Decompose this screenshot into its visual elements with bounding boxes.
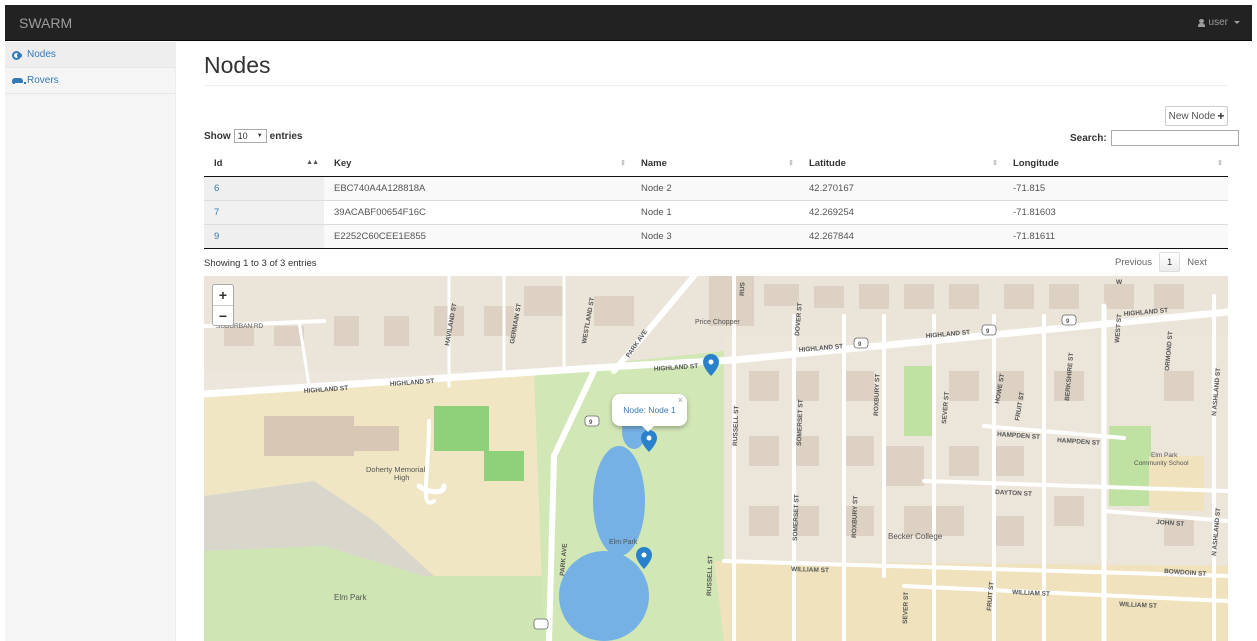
map-label-rus: RUS	[739, 281, 746, 296]
user-name: user	[1208, 17, 1228, 28]
cell-name: Node 3	[631, 223, 799, 249]
map-marker-icon[interactable]	[703, 354, 719, 376]
entries-label: entries	[269, 130, 303, 142]
zoom-in-button[interactable]: +	[213, 285, 233, 305]
previous-page-button[interactable]: Previous	[1108, 252, 1159, 272]
column-header-id[interactable]: Id ▲▲	[204, 151, 324, 177]
cell-id: 7	[204, 199, 324, 224]
node-id-link[interactable]: 6	[214, 183, 219, 194]
pagination: Previous 1 Next	[1108, 252, 1214, 272]
sort-icon: ⇕	[788, 160, 794, 167]
cell-longitude: -71.81611	[1003, 223, 1228, 249]
sidebar-item-label: Nodes	[27, 49, 56, 60]
sidebar-item-nodes[interactable]: Nodes	[5, 42, 175, 68]
table-info: Showing 1 to 3 of 3 entries	[204, 258, 317, 269]
map-marker-icon[interactable]	[636, 547, 652, 569]
map-label-w: W	[1116, 279, 1123, 286]
sidebar-item-label: Rovers	[27, 75, 59, 86]
cell-name: Node 1	[631, 199, 799, 224]
map-label-roxbury-st-2: ROXBURY ST	[851, 496, 859, 539]
table-header-row: Id ▲▲ Key ⇕ Name ⇕ Latitude ⇕ Longitude ⇕	[204, 151, 1228, 177]
cell-longitude: -71.81603	[1003, 199, 1228, 224]
map-label-william-st: WILLIAM ST	[791, 566, 829, 574]
table-row: 6 EBC740A4A128818A Node 2 42.270167 -71.…	[204, 175, 1228, 200]
map-label-elm-park: Elm Park	[334, 593, 367, 602]
show-label: Show	[204, 130, 231, 142]
brand-logo[interactable]: SWARM	[19, 15, 72, 31]
cell-id: 6	[204, 175, 324, 200]
user-icon	[1197, 18, 1205, 27]
popup-close-icon[interactable]: ×	[678, 395, 683, 405]
column-header-key[interactable]: Key ⇕	[324, 151, 631, 177]
cell-name: Node 2	[631, 175, 799, 200]
cell-id: 9	[204, 223, 324, 249]
title-divider	[204, 85, 1228, 86]
page-1-button[interactable]: 1	[1158, 252, 1181, 272]
sort-icon: ⇕	[992, 160, 998, 167]
plus-icon: +	[1217, 109, 1225, 123]
table-row: 7 39ACABF00654F16C Node 1 42.269254 -71.…	[204, 199, 1228, 224]
map-label-doherty-2: High	[394, 473, 409, 482]
map-popup: Node: Node 1 ×	[612, 394, 687, 432]
map-zoom-control: + −	[212, 284, 234, 326]
zoom-out-button[interactable]: −	[213, 305, 233, 325]
cell-key: 39ACABF00654F16C	[324, 199, 631, 224]
cell-key: EBC740A4A128818A	[324, 175, 631, 200]
map-label-russell-st: RUSSELL ST	[732, 405, 740, 446]
map-label-roxbury-st: ROXBURY ST	[873, 374, 881, 417]
new-node-button[interactable]: New Node +	[1165, 106, 1228, 126]
column-header-name[interactable]: Name ⇕	[631, 151, 799, 177]
node-id-link[interactable]: 9	[214, 231, 219, 242]
nodes-icon	[12, 50, 23, 60]
map-label-russell-st-2: RUSSELL ST	[706, 555, 714, 596]
nodes-table: Id ▲▲ Key ⇕ Name ⇕ Latitude ⇕ Longitude ⇕ 6 E…	[204, 151, 1228, 249]
sort-icon: ⇕	[620, 160, 626, 167]
car-icon	[12, 76, 26, 85]
map-label-sever-st-2: SEVER ST	[902, 592, 910, 624]
map-label-elm-park-school-2: Community School	[1134, 460, 1189, 467]
table-row: 9 E2252C60CEE1E855 Node 3 42.267844 -71.…	[204, 223, 1228, 249]
sidebar-item-rovers[interactable]: Rovers	[5, 68, 175, 94]
new-node-label: New Node	[1168, 110, 1216, 122]
sidebar: Nodes Rovers	[5, 42, 176, 641]
map-label-elm-park-pond: Elm Park	[609, 539, 638, 546]
search-input[interactable]	[1110, 130, 1239, 146]
column-header-longitude[interactable]: Longitude ⇕	[1003, 151, 1228, 177]
top-navbar: SWARM user	[5, 5, 1252, 41]
cell-latitude: 42.267844	[799, 223, 1003, 249]
user-menu[interactable]: user	[1197, 17, 1240, 28]
search-label: Search:	[1070, 132, 1107, 144]
select-caret-icon: ▼	[256, 133, 263, 139]
sort-icon: ⇕	[1217, 160, 1223, 167]
map-label-elm-park-school: Elm Park	[1151, 452, 1178, 459]
cell-longitude: -71.815	[1003, 175, 1228, 200]
entries-select[interactable]: 10 ▼	[233, 129, 267, 143]
table-search: Search:	[1070, 130, 1239, 146]
node-id-link[interactable]: 7	[214, 207, 219, 218]
page-title: Nodes	[204, 52, 271, 78]
map-view[interactable]: SUBURBAN RD HAVILAND ST GERMAIN ST WESTL…	[204, 276, 1228, 641]
map-tiles: SUBURBAN RD HAVILAND ST GERMAIN ST WESTL…	[204, 276, 1228, 641]
caret-down-icon	[1234, 21, 1240, 24]
cell-key: E2252C60CEE1E855	[324, 223, 631, 249]
sort-asc-icon: ▲▲	[306, 159, 319, 166]
column-header-latitude[interactable]: Latitude ⇕	[799, 151, 1003, 177]
cell-latitude: 42.270167	[799, 175, 1003, 200]
popup-text: Node: Node 1	[623, 405, 676, 415]
entries-select-value: 10	[237, 131, 248, 141]
next-page-button[interactable]: Next	[1180, 252, 1214, 272]
map-marker-icon[interactable]	[641, 430, 657, 452]
map-label-price-chopper: Price Chopper	[695, 319, 740, 326]
map-label-becker-college: Becker College	[888, 532, 943, 541]
entries-length-control: Show 10 ▼ entries	[204, 129, 302, 143]
cell-latitude: 42.269254	[799, 199, 1003, 224]
